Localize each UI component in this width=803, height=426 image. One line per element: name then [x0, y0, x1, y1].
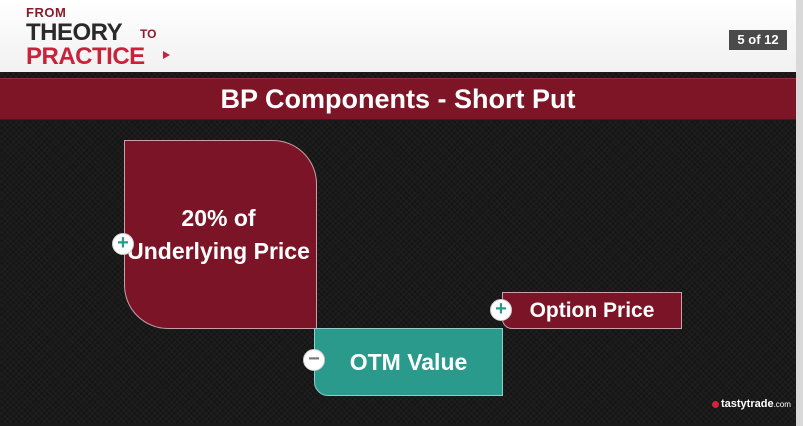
watermark-name: tastytrade: [721, 398, 774, 410]
minus-icon: −: [303, 349, 325, 371]
option-price-box: Option Price: [502, 292, 682, 329]
slide-title: BP Components - Short Put: [0, 78, 796, 120]
otm-value-label: OTM Value: [349, 348, 468, 375]
slide: FROM THEORY TO PRACTICE 5 of 12 BP Compo…: [0, 0, 796, 424]
logo-theory-text: THEORY: [26, 19, 123, 46]
tastytrade-watermark: tastytrade.com: [712, 398, 791, 410]
play-arrow-icon: [163, 51, 170, 59]
otm-value-box: OTM Value: [314, 328, 503, 396]
window-edge: [796, 0, 803, 426]
logo-from-text: FROM: [26, 5, 67, 20]
logo-practice-text: PRACTICE: [26, 43, 145, 70]
watermark-suffix: .com: [773, 400, 791, 409]
underlying-price-box: 20% of Underlying Price: [124, 140, 317, 329]
option-price-label: Option Price: [529, 298, 655, 322]
cherry-logo-icon: [712, 400, 719, 408]
slide-header: FROM THEORY TO PRACTICE 5 of 12: [0, 0, 796, 72]
logo-to-text: TO: [140, 27, 157, 41]
plus-icon: +: [490, 299, 512, 321]
plus-icon: +: [112, 233, 134, 255]
underlying-price-label: 20% of Underlying Price: [127, 204, 310, 264]
page-counter: 5 of 12: [729, 30, 787, 50]
